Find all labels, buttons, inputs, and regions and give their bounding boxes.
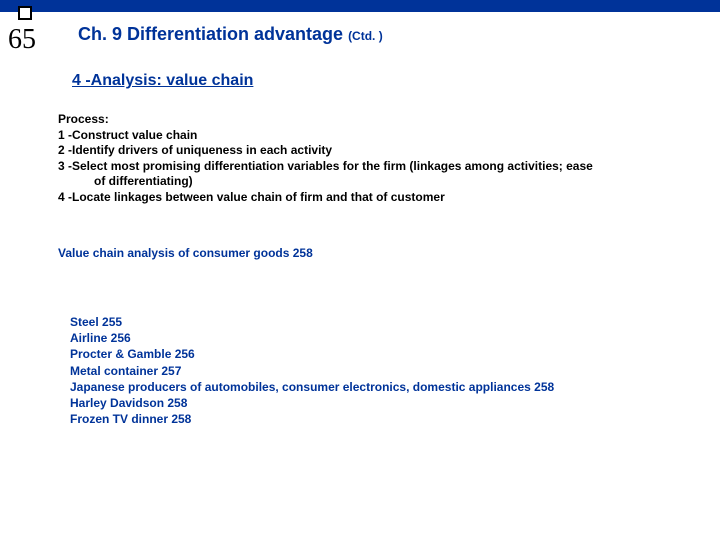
section-heading: 4 -Analysis: value chain bbox=[72, 72, 253, 90]
bullet-icon bbox=[18, 6, 32, 20]
example-airline: Airline 256 bbox=[70, 331, 131, 345]
example-japanese: Japanese producers of automobiles, consu… bbox=[70, 380, 554, 394]
process-item-4: 4 -Locate linkages between value chain o… bbox=[58, 190, 445, 204]
process-item-1: 1 -Construct value chain bbox=[58, 128, 197, 142]
example-pg: Procter & Gamble 256 bbox=[70, 347, 195, 361]
example-frozen: Frozen TV dinner 258 bbox=[70, 412, 191, 426]
slide-title: Ch. 9 Differentiation advantage (Ctd. ) bbox=[78, 24, 383, 45]
process-item-3a: 3 -Select most promising differentiation… bbox=[58, 159, 593, 173]
header-bar bbox=[0, 0, 720, 12]
process-block: Process: 1 -Construct value chain 2 -Ide… bbox=[58, 112, 678, 206]
page-number: 65 bbox=[8, 24, 36, 56]
process-item-3b: of differentiating) bbox=[58, 174, 678, 190]
title-main: Ch. 9 Differentiation advantage bbox=[78, 24, 343, 44]
process-heading: Process: bbox=[58, 112, 109, 126]
example-harley: Harley Davidson 258 bbox=[70, 396, 187, 410]
title-suffix: (Ctd. ) bbox=[348, 29, 383, 43]
example-metal: Metal container 257 bbox=[70, 364, 181, 378]
examples-block: Steel 255 Airline 256 Procter & Gamble 2… bbox=[70, 314, 554, 427]
process-item-2: 2 -Identify drivers of uniqueness in eac… bbox=[58, 143, 332, 157]
example-steel: Steel 255 bbox=[70, 315, 122, 329]
consumer-goods-line: Value chain analysis of consumer goods 2… bbox=[58, 246, 313, 260]
